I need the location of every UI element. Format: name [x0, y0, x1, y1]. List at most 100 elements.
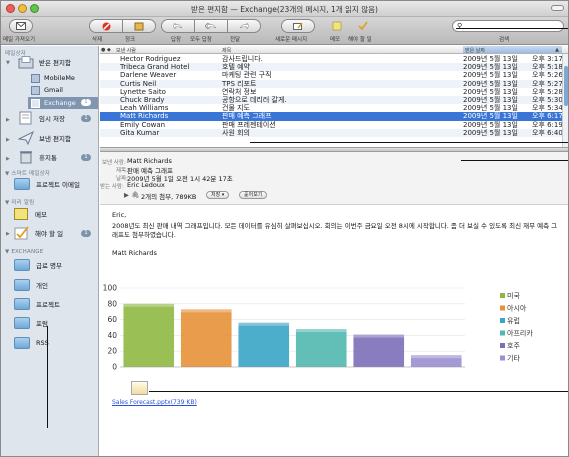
body-paragraph: 2008년도 최신 판매 내역 그래프입니다. 모든 데이터를 유심히 살펴보십… [112, 222, 558, 239]
toolbar-toggle-button[interactable] [551, 5, 564, 11]
message-date: 2009년 5월 13일 [463, 120, 518, 129]
reply-button[interactable] [161, 19, 195, 33]
folder-icon [14, 337, 30, 349]
note-icon [332, 21, 342, 31]
delete-button[interactable] [89, 19, 123, 33]
delete-label: 삭제 [92, 37, 103, 43]
bar[interactable] [238, 322, 290, 367]
reply-all-button[interactable] [194, 19, 228, 33]
todo-count-badge: 1 [81, 230, 91, 237]
message-row[interactable]: Hector Rodriguez 감사드립니다. 2009년 5월 13일 오후 3:… [100, 55, 563, 63]
message-row[interactable]: Gita Kumar 사원 회의 2009년 5월 13일 오후 6:40 [100, 128, 563, 137]
from-column-header[interactable]: 보낸 사람 [116, 47, 136, 54]
message-subject: 연락처 정보 [222, 87, 257, 96]
message-from: Tribeca Grand Hotel [120, 63, 190, 72]
bar[interactable] [295, 329, 347, 367]
sidebar-item-gmail[interactable]: Gmail [31, 84, 63, 96]
sidebar-item-sent[interactable]: 보낸 편지함 [18, 131, 71, 145]
disclosure-triangle-icon[interactable]: ▶ [6, 117, 10, 123]
from-label: 보낸 사람: [102, 160, 126, 166]
to-value[interactable]: Eric Ledoux [127, 181, 165, 189]
message-time: 오후 6:19 [532, 120, 563, 129]
disclosure-triangle-icon[interactable]: ▶ [6, 156, 10, 162]
forward-label: 전달 [230, 37, 241, 43]
scrollbar-thumb[interactable] [564, 66, 568, 106]
bar[interactable] [180, 309, 232, 367]
message-time: 오후 6:17 [532, 112, 563, 121]
junk-icon [134, 22, 144, 30]
reply-icon [173, 22, 183, 30]
bar[interactable] [123, 303, 175, 367]
sales-chart-svg: 0 20 40 60 80 100 미국아시아유럽아프리카호주기타 [103, 284, 534, 372]
message-time: 오후 6:40 [532, 128, 563, 137]
y-tick-label: 0 [112, 363, 117, 372]
greeting: Eric, [112, 211, 127, 219]
get-mail-button[interactable] [9, 19, 33, 33]
search-field[interactable]: ⚲ [452, 20, 564, 32]
get-mail-label: 메일 가져오기 [3, 37, 36, 43]
message-row[interactable]: Curtis Neil TPS 리포트 2009년 5월 13일 오후 5:27 [100, 79, 563, 88]
forward-button[interactable] [227, 19, 261, 33]
bar-highlight [123, 303, 175, 307]
sidebar-item-project-email[interactable]: 프로젝트 이메일 [14, 178, 80, 190]
message-row[interactable]: Darlene Weaver 마케팅 관련 구직 2009년 5월 13일 오후 5:… [100, 71, 563, 79]
cloud-icon [31, 73, 40, 83]
disclosure-triangle-icon[interactable]: ▶ [6, 137, 10, 143]
message-from: Hector Rodriguez [120, 55, 181, 63]
callout-line [461, 160, 568, 161]
junk-button[interactable] [122, 19, 156, 33]
forward-icon [239, 22, 249, 30]
pptx-file-icon[interactable] [131, 381, 148, 395]
legend-label: 호주 [507, 342, 520, 350]
message-list-scrollbar[interactable] [562, 54, 568, 147]
note-button[interactable] [328, 19, 346, 33]
signature: Matt Richards [112, 249, 157, 257]
sidebar-item-mobileme[interactable]: MobileMe [31, 72, 75, 84]
message-row[interactable]: Chuck Brady 공항으로 데리러 갈게. 2009년 5월 13일 오후 5:… [100, 96, 563, 105]
read-status-column-header[interactable]: ● ◆ [101, 47, 111, 53]
subject-column-header[interactable]: 제목 [222, 47, 231, 54]
sidebar-item-projects[interactable]: 프로젝트 [14, 298, 60, 310]
callout-line [250, 142, 568, 143]
sidebar-item-rss[interactable]: RSS [14, 337, 49, 349]
save-attachments-button[interactable]: 저장 ▾ [206, 191, 230, 199]
folder-icon [14, 317, 30, 329]
sidebar-item-trash[interactable]: 휴지통 [18, 151, 57, 164]
from-value[interactable]: Matt Richards [127, 157, 172, 165]
message-from: Chuck Brady [120, 96, 165, 104]
todo-button[interactable] [354, 19, 372, 33]
sidebar-item-notes[interactable]: 메모 [14, 208, 47, 220]
bar-highlight [180, 309, 232, 313]
sidebar-item-personal[interactable]: 개인 [14, 279, 48, 291]
sidebar-item-forum[interactable]: 포럼 [14, 317, 48, 329]
sidebar-item-inbox[interactable]: 받은 편지함 [18, 55, 71, 68]
message-from: Lynette Saito [120, 87, 166, 96]
message-row[interactable]: Lynette Saito 연락처 정보 2009년 5월 13일 오후 5:28 [100, 87, 563, 96]
y-tick-label: 40 [107, 331, 117, 340]
legend-label: 미국 [507, 291, 520, 300]
sidebar-item-drafts[interactable]: 임시 저장 [18, 111, 65, 125]
message-time: 오후 5:18 [532, 63, 563, 72]
sidebar-item-todo[interactable]: 해야 할 일 [14, 226, 63, 240]
quick-look-button[interactable]: 훑어보기 [239, 191, 268, 199]
trash-icon [20, 151, 32, 164]
sidebar-item-payroll[interactable]: 급료 명부 [14, 259, 62, 271]
smart-folder-icon [14, 178, 30, 190]
bar[interactable] [353, 334, 405, 367]
sent-icon [18, 131, 34, 145]
new-message-button[interactable] [281, 19, 315, 33]
message-date: 2009년 5월 13일 [463, 87, 518, 96]
message-time: 오후 5:30 [532, 96, 563, 104]
trash-count-badge: 1 [81, 154, 91, 161]
sidebar-item-exchange[interactable]: Exchange 1 [28, 97, 98, 109]
attachment-disclosure-icon[interactable]: ▶ 🖇 [124, 191, 139, 199]
date-column-header[interactable]: 받은 날짜 ▲ [463, 46, 562, 54]
attachment-link[interactable]: Sales Forecast.pptx(739 KB) [112, 399, 197, 406]
envelope-icon [16, 22, 26, 30]
message-from: Emily Cowan [120, 120, 166, 129]
disclosure-triangle-icon[interactable]: ▼ [6, 60, 10, 66]
folder-icon [14, 279, 30, 291]
disclosure-triangle-icon[interactable]: ▶ [6, 231, 10, 237]
message-row[interactable]: Emily Cowan 판매 프레젠테이션 2009년 5월 13일 오후 6:19 [100, 120, 563, 129]
message-row[interactable]: Matt Richards 판매 예측 그래프 2009년 5월 13일 오후 6:1… [100, 112, 563, 121]
